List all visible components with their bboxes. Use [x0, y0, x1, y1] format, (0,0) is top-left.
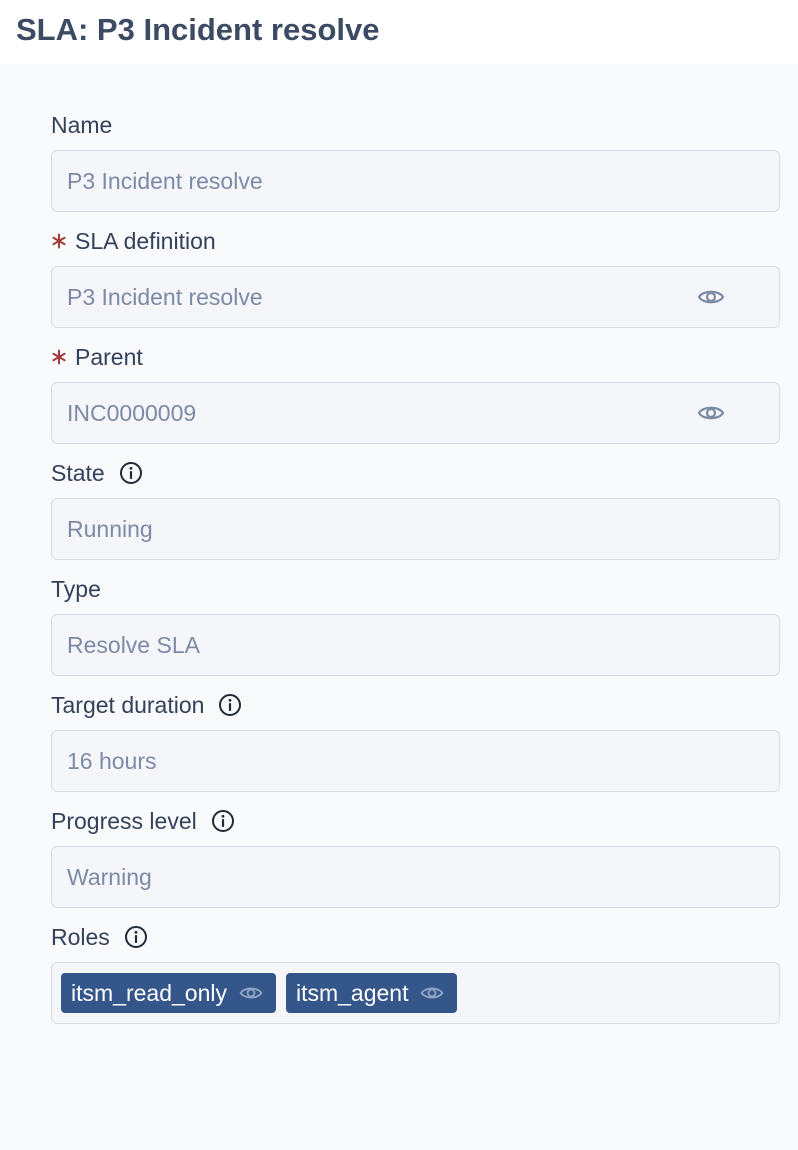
- sla-form: Name P3 Incident resolve SLA definition …: [0, 64, 798, 1150]
- eye-icon[interactable]: [239, 984, 263, 1002]
- parent-value: INC0000009: [67, 399, 197, 426]
- role-chip[interactable]: itsm_read_only: [61, 973, 276, 1013]
- eye-icon[interactable]: [697, 399, 725, 427]
- role-chip-label: itsm_read_only: [71, 979, 227, 1006]
- field-label: Name: [51, 110, 780, 140]
- info-circle-icon[interactable]: [211, 809, 235, 833]
- type-label: Type: [51, 575, 101, 602]
- sla-definition-input[interactable]: P3 Incident resolve: [51, 266, 780, 328]
- progress-level-input[interactable]: Warning: [51, 846, 780, 908]
- parent-input[interactable]: INC0000009: [51, 382, 780, 444]
- roles-input[interactable]: itsm_read_only itsm_agent: [51, 962, 780, 1024]
- role-chip-label: itsm_agent: [295, 979, 409, 1006]
- info-circle-icon[interactable]: [119, 461, 143, 485]
- field-roles: Roles itsm_read_only itsm_agent: [51, 922, 780, 1024]
- type-input[interactable]: Resolve SLA: [51, 614, 780, 676]
- progress-level-value: Warning: [67, 863, 152, 890]
- progress-level-label: Progress level: [51, 807, 197, 834]
- info-circle-icon[interactable]: [124, 925, 148, 949]
- target-duration-input[interactable]: 16 hours: [51, 730, 780, 792]
- field-parent: Parent INC0000009: [51, 342, 780, 444]
- field-state: State Running: [51, 458, 780, 560]
- page-header: SLA: P3 Incident resolve: [0, 0, 798, 64]
- field-sla-definition: SLA definition P3 Incident resolve: [51, 226, 780, 328]
- name-value: P3 Incident resolve: [67, 167, 263, 194]
- info-circle-icon[interactable]: [218, 693, 242, 717]
- sla-definition-value: P3 Incident resolve: [67, 283, 263, 310]
- state-label: State: [51, 459, 105, 486]
- asterisk-icon: [51, 349, 67, 365]
- name-input[interactable]: P3 Incident resolve: [51, 150, 780, 212]
- asterisk-icon: [51, 233, 67, 249]
- name-label: Name: [51, 111, 113, 138]
- field-progress-level: Progress level Warning: [51, 806, 780, 908]
- target-duration-label: Target duration: [51, 691, 205, 718]
- eye-icon[interactable]: [697, 283, 725, 311]
- field-label: SLA definition: [51, 226, 780, 256]
- field-target-duration: Target duration 16 hours: [51, 690, 780, 792]
- field-label: Roles: [51, 922, 780, 952]
- eye-icon[interactable]: [420, 984, 444, 1002]
- role-chip[interactable]: itsm_agent: [285, 973, 458, 1013]
- parent-label: Parent: [75, 343, 143, 370]
- field-label: Target duration: [51, 690, 780, 720]
- field-label: Parent: [51, 342, 780, 372]
- field-label: State: [51, 458, 780, 488]
- field-name: Name P3 Incident resolve: [51, 110, 780, 212]
- field-type: Type Resolve SLA: [51, 574, 780, 676]
- field-label: Type: [51, 574, 780, 604]
- type-value: Resolve SLA: [67, 631, 200, 658]
- field-label: Progress level: [51, 806, 780, 836]
- sla-definition-label: SLA definition: [75, 227, 216, 254]
- page-title: SLA: P3 Incident resolve: [16, 12, 380, 47]
- roles-label: Roles: [51, 923, 110, 950]
- state-value: Running: [67, 515, 153, 542]
- target-duration-value: 16 hours: [67, 747, 157, 774]
- state-input[interactable]: Running: [51, 498, 780, 560]
